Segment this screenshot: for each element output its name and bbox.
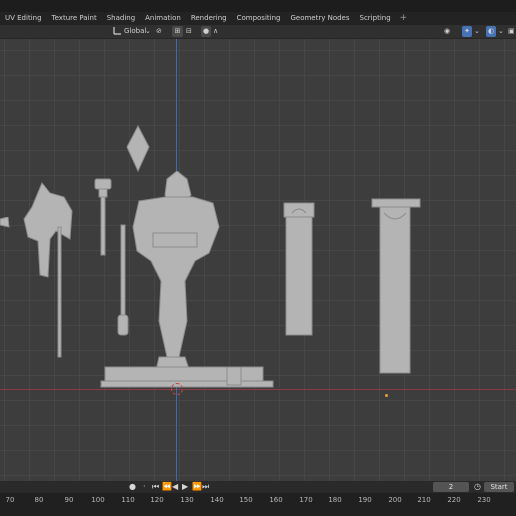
jump-keyframe-back-icon[interactable]: ⏪	[162, 483, 172, 491]
ruler-tick: 130	[180, 496, 194, 504]
overlay-chevron-icon[interactable]: ⌄	[498, 26, 504, 37]
jump-start-icon[interactable]: ⏮	[152, 483, 159, 491]
ruler-tick: 230	[477, 496, 491, 504]
jump-keyframe-forward-icon[interactable]: ⏩	[192, 483, 202, 491]
snap-icon[interactable]: ⊞	[172, 26, 183, 37]
current-frame-field[interactable]: 2	[433, 482, 469, 492]
add-workspace-button[interactable]: +	[396, 12, 412, 25]
ruler-tick: 80	[34, 496, 44, 504]
tab-shading[interactable]: Shading	[102, 12, 140, 25]
tab-animation[interactable]: Animation	[140, 12, 186, 25]
tab-geometry-nodes[interactable]: Geometry Nodes	[285, 12, 354, 25]
proportional-edit-icon[interactable]: ●	[201, 26, 211, 37]
ruler-tick: 180	[328, 496, 342, 504]
tab-compositing[interactable]: Compositing	[232, 12, 286, 25]
ruler-tick: 150	[239, 496, 253, 504]
gem-object[interactable]	[125, 125, 151, 173]
tab-rendering[interactable]: Rendering	[186, 12, 232, 25]
pillar-right-object[interactable]	[370, 197, 424, 375]
3d-viewport[interactable]	[0, 39, 516, 481]
record-button[interactable]: ●	[129, 483, 136, 491]
pillar-left-object[interactable]	[282, 199, 318, 339]
overlay-icon[interactable]: ◐	[486, 26, 496, 37]
3d-cursor[interactable]	[171, 383, 183, 395]
visibility-icon[interactable]: ◉	[444, 26, 450, 37]
partial-blade-object[interactable]	[0, 217, 10, 229]
snap-settings-icon[interactable]: ⊟	[186, 26, 192, 37]
top-menu-strip	[0, 0, 516, 12]
ruler-tick: 220	[447, 496, 461, 504]
ruler-tick: 70	[5, 496, 15, 504]
tab-texture-paint[interactable]: Texture Paint	[47, 12, 102, 25]
ruler-tick: 140	[210, 496, 224, 504]
knight-statue-object[interactable]	[95, 171, 280, 391]
separator-icon: ·	[143, 482, 146, 491]
workspace-tabs-bar: UV Editing Texture Paint Shading Animati…	[0, 12, 516, 25]
ruler-tick: 100	[91, 496, 105, 504]
ruler-tick: 200	[388, 496, 402, 504]
ruler-tick: 170	[299, 496, 313, 504]
shading-icon[interactable]: ▣	[508, 26, 515, 37]
play-reverse-icon[interactable]: ◀	[172, 483, 178, 491]
gizmo-chevron-icon[interactable]: ⌄	[474, 26, 480, 37]
play-icon[interactable]: ▶	[182, 483, 188, 491]
ruler-tick: 110	[121, 496, 135, 504]
ruler-tick: 160	[269, 496, 283, 504]
timeline-ruler[interactable]: 70 80 90 100 110 120 130 140 150 160 170…	[0, 493, 516, 516]
falloff-icon[interactable]: ∧	[213, 26, 218, 37]
pivot-icon[interactable]: ⊘	[156, 26, 162, 37]
timeline-header: ● · ⏮ ⏪ ◀ ▶ ⏩ ⏭ 2 ◷ Start	[0, 481, 516, 493]
chevron-down-icon[interactable]: ⌄	[145, 26, 151, 37]
axe-object[interactable]	[20, 181, 76, 361]
tab-scripting[interactable]: Scripting	[355, 12, 396, 25]
ruler-tick: 90	[64, 496, 74, 504]
orientation-dropdown[interactable]: Global	[124, 26, 146, 37]
object-origin-dot	[385, 394, 388, 397]
jump-end-icon[interactable]: ⏭	[202, 483, 209, 491]
tab-uv-editing[interactable]: UV Editing	[0, 12, 47, 25]
ruler-tick: 190	[358, 496, 372, 504]
start-frame-field[interactable]: Start	[484, 482, 514, 492]
viewport-header: Global ⌄ ⊘ ⊞ ⊟ ● ∧ ◉ ✦ ⌄ ◐ ⌄ ▣	[0, 25, 516, 39]
clock-icon[interactable]: ◷	[474, 483, 481, 491]
ruler-tick: 210	[417, 496, 431, 504]
gizmo-icon[interactable]: ✦	[462, 26, 472, 37]
ruler-tick: 120	[150, 496, 164, 504]
transform-orientation-icon[interactable]	[113, 26, 122, 37]
